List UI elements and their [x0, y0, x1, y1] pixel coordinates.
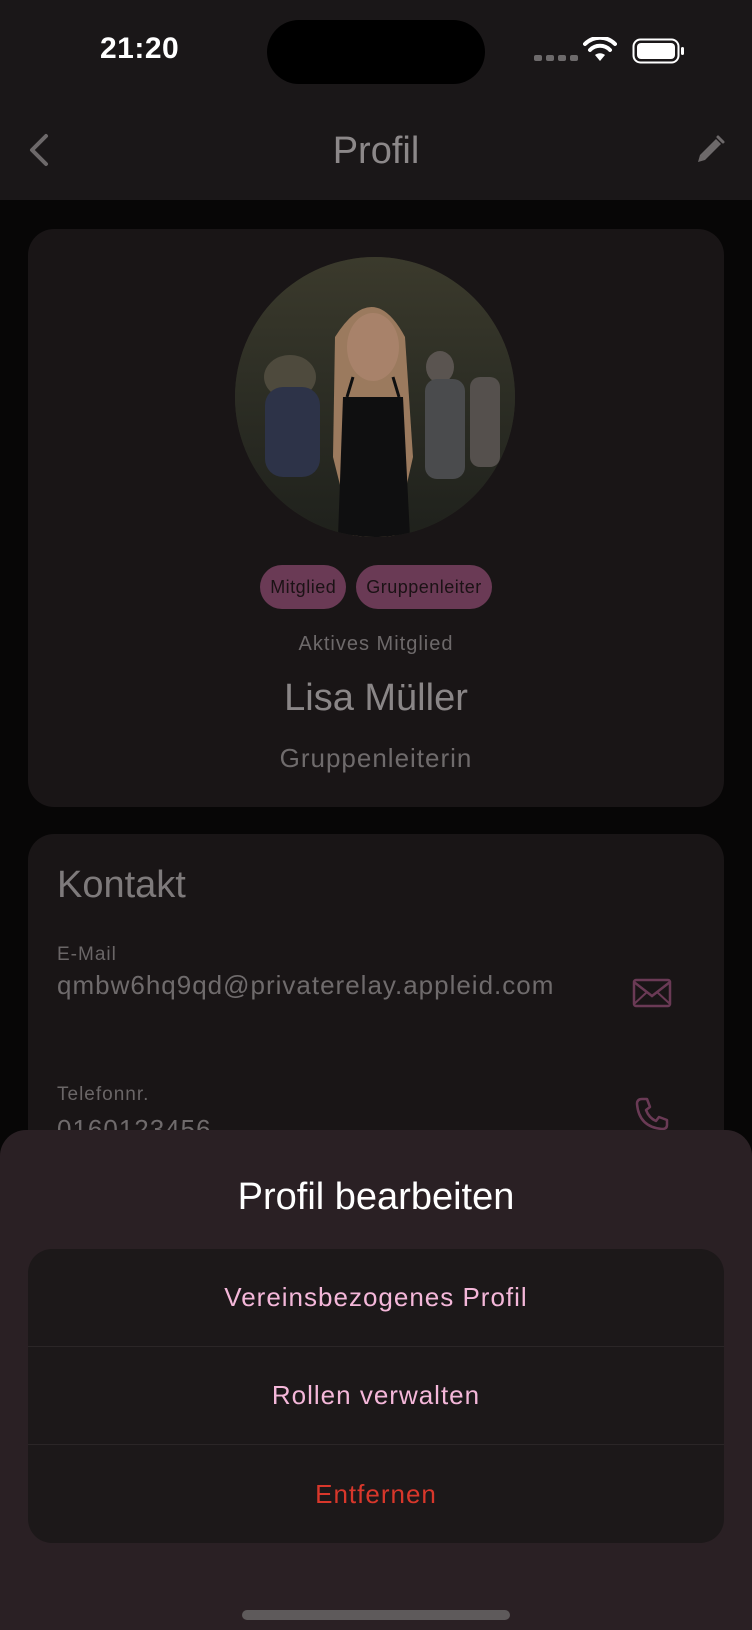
sheet-action-list: Vereinsbezogenes Profil Rollen verwalten…	[28, 1249, 724, 1543]
avatar	[235, 257, 515, 537]
cellular-signal-icon	[534, 55, 578, 61]
remove-button[interactable]: Entfernen	[28, 1445, 724, 1543]
profile-name: Lisa Müller	[284, 677, 468, 719]
dynamic-island	[267, 20, 485, 84]
mail-icon[interactable]	[632, 978, 672, 1008]
email-label: E-Mail	[57, 944, 117, 965]
email-value: qmbw6hq9qd@privaterelay.appleid.com	[57, 970, 555, 1000]
badge-gruppenleiter: Gruppenleiter	[356, 565, 492, 609]
wifi-icon	[583, 37, 617, 61]
profile-role: Gruppenleiterin	[279, 743, 473, 773]
phone-icon[interactable]	[634, 1096, 670, 1132]
home-indicator[interactable]	[242, 1610, 510, 1620]
phone-label: Telefonnr.	[57, 1084, 150, 1105]
status-time: 21:20	[100, 32, 180, 65]
page-title: Profil	[332, 130, 420, 172]
member-status: Aktives Mitglied	[298, 633, 454, 655]
contact-heading: Kontakt	[57, 864, 186, 906]
screen: 21:20 Profil Mitglied Gruppenleiter Akti…	[0, 0, 752, 1630]
status-bar: 21:20	[0, 0, 752, 100]
edit-profile-sheet: Profil bearbeiten Vereinsbezogenes Profi…	[0, 1130, 752, 1630]
sheet-title: Profil bearbeiten	[237, 1176, 515, 1218]
role-badges: Mitglied Gruppenleiter	[28, 565, 724, 609]
badge-mitglied: Mitglied	[260, 565, 347, 609]
manage-roles-button[interactable]: Rollen verwalten	[28, 1347, 724, 1445]
club-profile-button[interactable]: Vereinsbezogenes Profil	[28, 1249, 724, 1347]
battery-icon	[632, 38, 684, 64]
profile-card: Mitglied Gruppenleiter Aktives Mitglied …	[28, 229, 724, 807]
contact-card: Kontakt E-Mail qmbw6hq9qd@privaterelay.a…	[28, 834, 724, 1164]
